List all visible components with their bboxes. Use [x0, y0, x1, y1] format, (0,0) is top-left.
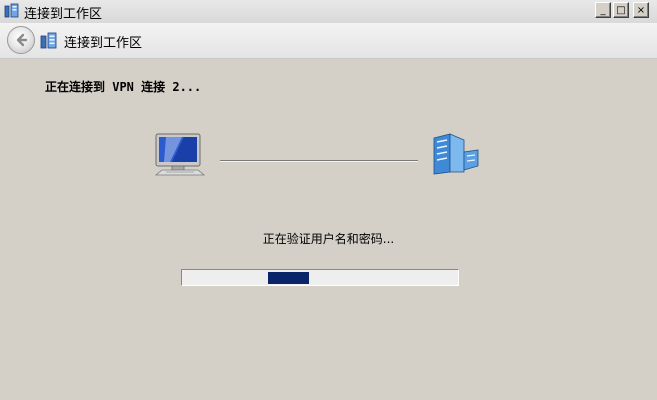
- connection-line: [220, 160, 418, 162]
- wizard-title: 连接到工作区: [64, 36, 143, 51]
- progress-bar: [181, 269, 459, 286]
- network-workplace-icon: [4, 3, 20, 19]
- navigation-bar: 连接到工作区: [0, 23, 657, 59]
- minimize-button[interactable]: _: [595, 2, 611, 18]
- maximize-button[interactable]: □: [613, 2, 629, 18]
- window-controls: _ □ ×: [595, 2, 649, 18]
- back-arrow-icon: [16, 33, 28, 47]
- close-button[interactable]: ×: [633, 2, 649, 18]
- back-button[interactable]: [7, 26, 35, 54]
- server-icon: [430, 132, 482, 180]
- status-message: 正在验证用户名和密码...: [262, 232, 395, 246]
- computer-icon: [154, 132, 208, 180]
- progress-fill: [267, 272, 309, 284]
- network-workplace-icon: [40, 32, 58, 50]
- window-title: 连接到工作区: [24, 7, 103, 22]
- title-bar: 连接到工作区 _ □ ×: [0, 0, 657, 24]
- wizard-content: 正在连接到 VPN 连接 2... 正在验证用户名和密码...: [0, 59, 657, 400]
- connection-heading: 正在连接到 VPN 连接 2...: [45, 80, 202, 94]
